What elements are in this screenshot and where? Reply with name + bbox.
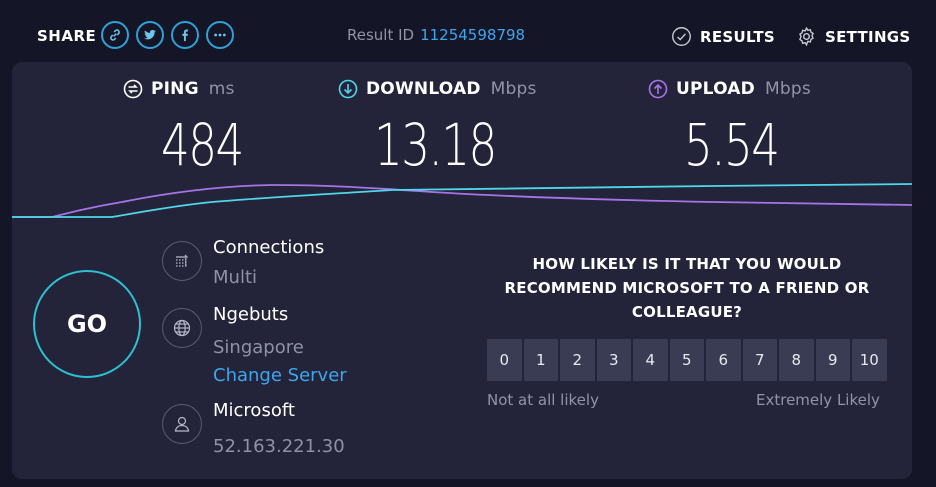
ping-value: 484 bbox=[161, 111, 244, 179]
ping-icon bbox=[123, 79, 143, 99]
settings-label: SETTINGS bbox=[825, 27, 911, 46]
change-server-link[interactable]: Change Server bbox=[213, 365, 347, 386]
upload-value: 5.54 bbox=[684, 111, 780, 179]
server-location: Singapore bbox=[213, 337, 304, 358]
ping-label: PING bbox=[151, 79, 199, 99]
ping-unit: ms bbox=[208, 79, 235, 99]
download-label: DOWNLOAD bbox=[366, 79, 481, 99]
upload-unit: Mbps bbox=[764, 79, 811, 99]
speedtest-app: SHARE Result ID 11254598798 RESULTS SETTI… bbox=[0, 0, 936, 487]
rating-option[interactable]: 5 bbox=[669, 339, 704, 381]
link-icon[interactable] bbox=[101, 21, 129, 49]
facebook-icon[interactable] bbox=[171, 21, 199, 49]
connections-icon bbox=[162, 241, 202, 281]
user-icon bbox=[162, 404, 202, 444]
download-unit: Mbps bbox=[490, 79, 537, 99]
download-graph-line bbox=[12, 183, 912, 218]
server-name: Ngebuts bbox=[213, 304, 289, 325]
connections-title: Connections bbox=[213, 237, 325, 258]
result-id-link[interactable]: 11254598798 bbox=[420, 26, 525, 44]
rating-option[interactable]: 3 bbox=[596, 339, 631, 381]
result-id: Result ID 11254598798 bbox=[347, 26, 525, 44]
rating-option[interactable]: 2 bbox=[560, 339, 595, 381]
more-icon[interactable] bbox=[206, 21, 234, 49]
results-label: RESULTS bbox=[700, 27, 775, 46]
survey-question: HOW LIKELY IS IT THAT YOU WOULD RECOMMEN… bbox=[504, 255, 870, 321]
settings-button[interactable]: SETTINGS bbox=[796, 26, 911, 47]
scale-high-label: Extremely Likely bbox=[756, 391, 880, 409]
rating-scale: 0 1 2 3 4 5 6 7 8 9 10 bbox=[487, 339, 887, 381]
scale-low-label: Not at all likely bbox=[487, 391, 599, 409]
rating-option[interactable]: 6 bbox=[706, 339, 741, 381]
upload-label: UPLOAD bbox=[676, 79, 755, 99]
rating-option[interactable]: 8 bbox=[779, 339, 814, 381]
download-icon bbox=[338, 79, 358, 99]
share-icons bbox=[101, 21, 234, 49]
rating-option[interactable]: 7 bbox=[742, 339, 777, 381]
rating-option[interactable]: 9 bbox=[815, 339, 850, 381]
rating-option[interactable]: 10 bbox=[852, 339, 887, 381]
check-circle-icon bbox=[672, 27, 691, 46]
result-id-label: Result ID bbox=[347, 26, 415, 44]
globe-icon bbox=[162, 308, 202, 348]
upload-icon bbox=[648, 79, 668, 99]
gear-icon bbox=[799, 26, 814, 47]
results-button[interactable]: RESULTS bbox=[671, 26, 775, 47]
host-ip: 52.163.221.30 bbox=[213, 436, 345, 457]
download-value: 13.18 bbox=[374, 111, 497, 179]
go-button[interactable]: GO bbox=[33, 270, 141, 378]
connections-value: Multi bbox=[213, 267, 257, 288]
rating-option[interactable]: 4 bbox=[633, 339, 668, 381]
rating-option[interactable]: 1 bbox=[523, 339, 558, 381]
share-label: SHARE bbox=[37, 27, 97, 45]
download-metric: DOWNLOAD Mbps 13.18 bbox=[338, 79, 537, 179]
upload-metric: UPLOAD Mbps 5.54 bbox=[648, 79, 811, 179]
ping-metric: PING ms 484 bbox=[123, 79, 244, 179]
result-card: PING ms 484 DOWNLOAD Mbps 13.18 UPLOAD M… bbox=[12, 62, 912, 479]
rating-option[interactable]: 0 bbox=[487, 339, 522, 381]
speed-graph bbox=[12, 183, 912, 218]
twitter-icon[interactable] bbox=[136, 21, 164, 49]
host-provider: Microsoft bbox=[213, 400, 295, 421]
